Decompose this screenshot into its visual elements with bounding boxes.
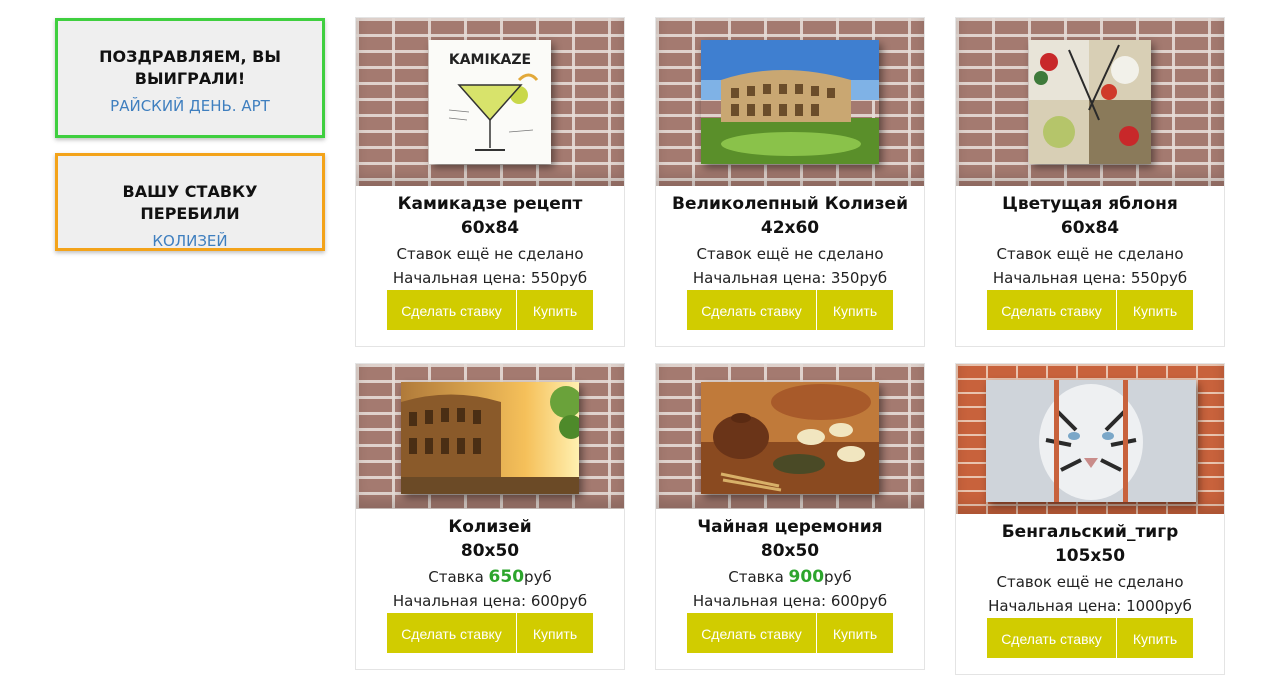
place-bid-button[interactable]: Сделать ставку	[387, 290, 516, 330]
product-title[interactable]: Бенгальский_тигр	[956, 520, 1224, 544]
buy-button[interactable]: Купить	[817, 290, 893, 330]
kamikaze-artwork: KAMIKAZE	[429, 40, 551, 164]
product-size: 105x50	[1054, 546, 1126, 566]
colosseum-sunset-artwork	[401, 382, 579, 494]
current-bid: Ставка 650руб	[356, 565, 624, 589]
start-price: Начальная цена: 550руб	[392, 269, 588, 287]
start-price: Начальная цена: 350руб	[692, 269, 888, 287]
place-bid-button[interactable]: Сделать ставку	[987, 290, 1116, 330]
bid-currency: руб	[824, 568, 852, 586]
buy-button[interactable]: Купить	[817, 613, 893, 653]
product-image[interactable]	[956, 364, 1224, 514]
outbid-notification: ВАШУ СТАВКУ ПЕРЕБИЛИ КОЛИЗЕЙ	[55, 153, 325, 251]
product-title[interactable]: Цветущая яблоня	[956, 192, 1224, 216]
product-image[interactable]	[956, 18, 1224, 186]
bid-status: Ставок ещё не сделано	[396, 245, 584, 263]
buy-button[interactable]: Купить	[1117, 290, 1193, 330]
colosseum-artwork	[701, 40, 879, 164]
bid-prefix: Ставка	[428, 568, 489, 586]
tea-ceremony-artwork	[701, 382, 879, 494]
product-title[interactable]: Великолепный Колизей	[656, 192, 924, 216]
product-title[interactable]: Камикадзе рецепт	[356, 192, 624, 216]
outbid-lot-link[interactable]: КОЛИЗЕЙ	[152, 232, 227, 250]
product-image[interactable]: KAMIKAZE	[356, 18, 624, 186]
won-title: ПОЗДРАВЛЯЕМ, ВЫ ВЫИГРАЛИ!	[99, 47, 281, 88]
product-card: Великолепный Колизей 42x60 Ставок ещё не…	[655, 17, 925, 347]
product-size: 80x50	[760, 541, 820, 561]
product-card: Чайная церемония 80x50 Ставка 900руб Нач…	[655, 363, 925, 670]
buy-button[interactable]: Купить	[517, 613, 593, 653]
product-title[interactable]: Чайная церемония	[656, 515, 924, 539]
start-price: Начальная цена: 600руб	[392, 592, 588, 610]
start-price: Начальная цена: 1000руб	[988, 597, 1192, 615]
start-price: Начальная цена: 600руб	[692, 592, 888, 610]
buy-button[interactable]: Купить	[1117, 618, 1193, 658]
place-bid-button[interactable]: Сделать ставку	[987, 618, 1116, 658]
product-size: 42x60	[760, 218, 820, 238]
current-bid: Ставка 900руб	[656, 565, 924, 589]
product-size: 60x84	[1060, 218, 1120, 238]
product-card: KAMIKAZE Камикадзе рецепт 60x84 Ставок е…	[355, 17, 625, 347]
tiger-triptych-artwork	[986, 380, 1196, 502]
artwork-label: KAMIKAZE	[449, 52, 531, 68]
apple-blossom-artwork	[1029, 40, 1151, 164]
bid-prefix: Ставка	[728, 568, 789, 586]
bid-currency: руб	[524, 568, 552, 586]
bid-status: Ставок ещё не сделано	[996, 245, 1184, 263]
buy-button[interactable]: Купить	[517, 290, 593, 330]
place-bid-button[interactable]: Сделать ставку	[687, 613, 816, 653]
won-notification: ПОЗДРАВЛЯЕМ, ВЫ ВЫИГРАЛИ! РАЙСКИЙ ДЕНЬ. …	[55, 18, 325, 138]
product-image[interactable]	[656, 364, 924, 509]
product-card: Колизей 80x50 Ставка 650руб Начальная це…	[355, 363, 625, 670]
place-bid-button[interactable]: Сделать ставку	[387, 613, 516, 653]
bid-status: Ставок ещё не сделано	[696, 245, 884, 263]
product-title[interactable]: Колизей	[356, 515, 624, 539]
start-price: Начальная цена: 550руб	[992, 269, 1188, 287]
product-size: 80x50	[460, 541, 520, 561]
product-image[interactable]	[356, 364, 624, 509]
bid-amount: 900	[788, 567, 825, 587]
product-card: Бенгальский_тигр 105x50 Ставок ещё не сд…	[955, 363, 1225, 675]
won-lot-link[interactable]: РАЙСКИЙ ДЕНЬ. АРТ	[110, 97, 270, 115]
product-card: Цветущая яблоня 60x84 Ставок ещё не сдел…	[955, 17, 1225, 347]
bid-status: Ставок ещё не сделано	[996, 573, 1184, 591]
place-bid-button[interactable]: Сделать ставку	[687, 290, 816, 330]
product-size: 60x84	[460, 218, 520, 238]
product-image[interactable]	[656, 18, 924, 186]
outbid-title: ВАШУ СТАВКУ ПЕРЕБИЛИ	[122, 182, 258, 223]
bid-amount: 650	[488, 567, 525, 587]
